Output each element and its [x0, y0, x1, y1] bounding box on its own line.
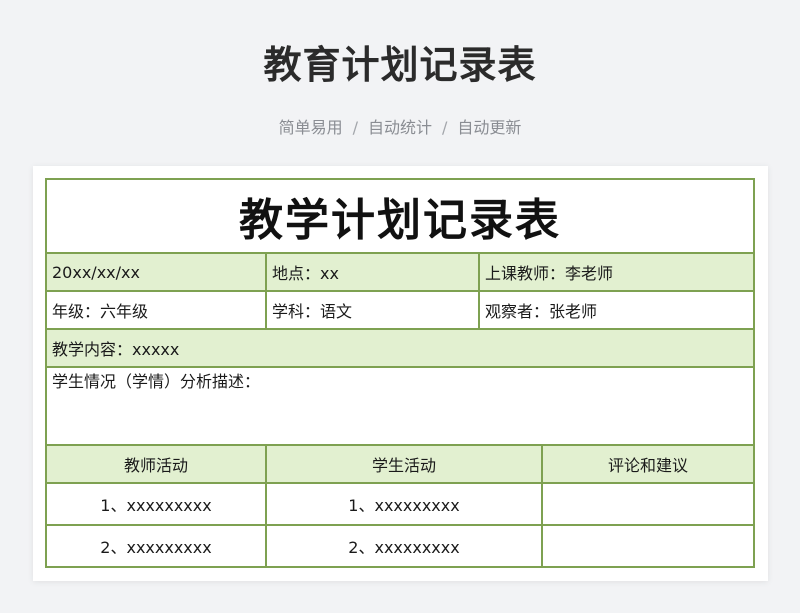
page-title: 教育计划记录表	[263, 43, 537, 87]
table-row: 1、xxxxxxxxx 1、xxxxxxxxx	[45, 482, 755, 526]
column-header-teacher-activity[interactable]: 教师活动	[45, 444, 267, 484]
teacher-cell[interactable]: 上课教师：李老师	[478, 252, 755, 292]
plan-record-table: 教学计划记录表 20xx/xx/xx 地点：xx 上课教师：李老师 年级：六年级…	[45, 178, 755, 568]
sheet-title[interactable]: 教学计划记录表	[45, 178, 755, 254]
tag-easy: 简单易用	[278, 118, 343, 137]
comment-cell[interactable]	[541, 524, 755, 568]
student-activity-cell[interactable]: 2、xxxxxxxxx	[265, 524, 543, 568]
tag-separator: /	[352, 118, 358, 137]
comment-cell[interactable]	[541, 482, 755, 526]
date-cell[interactable]: 20xx/xx/xx	[45, 252, 267, 292]
tag-separator: /	[442, 118, 448, 137]
tag-auto-update: 自动更新	[457, 118, 522, 137]
student-activity-cell[interactable]: 1、xxxxxxxxx	[265, 482, 543, 526]
location-cell[interactable]: 地点：xx	[265, 252, 480, 292]
feature-tags: 简单易用 / 自动统计 / 自动更新	[0, 114, 800, 138]
grade-cell[interactable]: 年级：六年级	[45, 290, 267, 330]
tag-auto-stat: 自动统计	[367, 118, 432, 137]
analysis-cell[interactable]: 学生情况（学情）分析描述：	[45, 366, 755, 446]
subject-cell[interactable]: 学科：语文	[265, 290, 480, 330]
column-header-comments[interactable]: 评论和建议	[541, 444, 755, 484]
column-header-student-activity[interactable]: 学生活动	[265, 444, 543, 484]
spreadsheet-preview: 教学计划记录表 20xx/xx/xx 地点：xx 上课教师：李老师 年级：六年级…	[33, 166, 768, 581]
content-cell[interactable]: 教学内容：xxxxx	[45, 328, 755, 368]
teacher-activity-cell[interactable]: 2、xxxxxxxxx	[45, 524, 267, 568]
teacher-activity-cell[interactable]: 1、xxxxxxxxx	[45, 482, 267, 526]
observer-cell[interactable]: 观察者：张老师	[478, 290, 755, 330]
table-row: 2、xxxxxxxxx 2、xxxxxxxxx	[45, 524, 755, 568]
